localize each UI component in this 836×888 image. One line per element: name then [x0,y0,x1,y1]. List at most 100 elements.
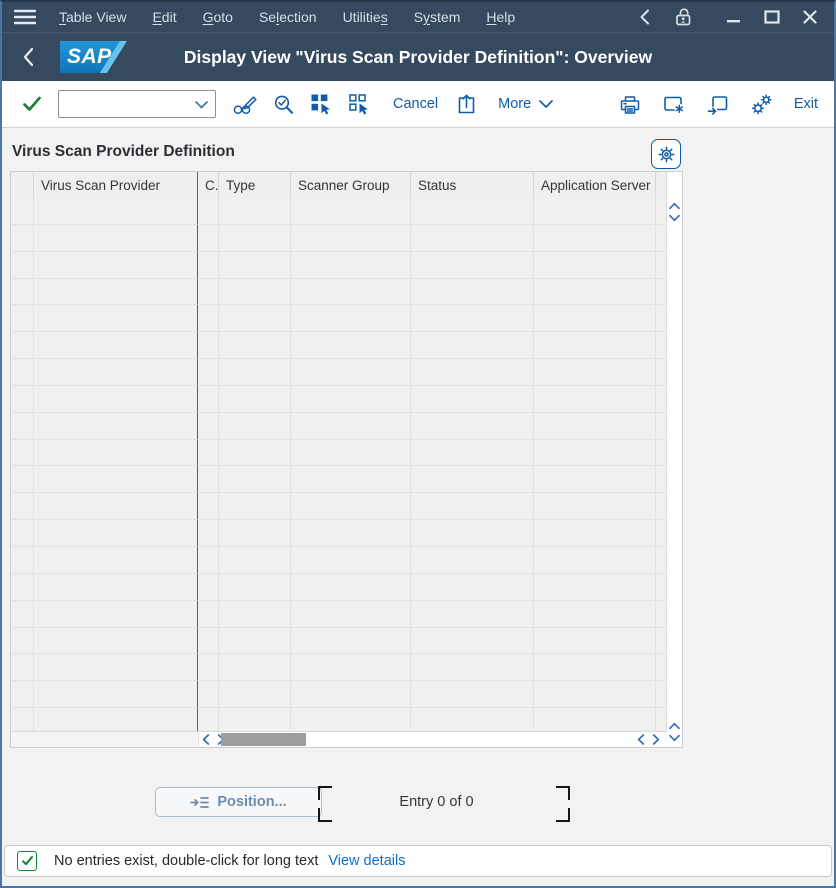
table-row[interactable] [11,279,667,306]
open-new-window-button[interactable] [706,88,730,120]
table-row[interactable] [11,520,667,547]
horizontal-scroll-thumb[interactable] [221,733,306,746]
menu-table-view[interactable]: Table View [59,9,126,25]
table-cell [198,225,219,252]
session-lock-button[interactable] [673,6,695,28]
table-cell [219,520,291,547]
table-row[interactable] [11,681,667,708]
menu-edit[interactable]: Edit [152,9,176,25]
column-header-application-server[interactable]: Application Server [534,172,656,198]
table-cell [198,520,219,547]
table-row[interactable] [11,198,667,225]
table-row[interactable] [11,386,667,413]
command-field[interactable] [58,90,216,118]
table-cell [11,601,34,628]
table-row[interactable] [11,654,667,681]
scroll-left-icon[interactable] [202,734,210,745]
table-settings-button[interactable] [651,139,681,169]
table-row[interactable] [11,305,667,332]
column-header-c[interactable]: C.. [198,172,219,198]
more-menu-button[interactable]: More [498,96,553,112]
command-field-input[interactable] [59,91,256,117]
cancel-button[interactable]: Cancel [393,96,438,112]
menu-bar: Table View Edit Goto Selection Utilities Syst… [2,2,834,33]
table-cell [291,279,411,306]
table-cell [198,332,219,359]
window-controls [639,6,834,28]
table-header-row: Virus Scan ProviderC..TypeScanner GroupS… [11,172,667,199]
table-row[interactable] [11,252,667,279]
table-cell [198,708,219,732]
vertical-scrollbar[interactable] [666,172,682,747]
menu-selection[interactable]: Selection [259,9,317,25]
table-row[interactable] [11,628,667,655]
table-cell [11,225,34,252]
table-row[interactable] [11,493,667,520]
column-header-virus-scan-provider[interactable]: Virus Scan Provider [34,172,198,198]
view-details-link[interactable]: View details [328,853,405,869]
menu-goto[interactable]: Goto [203,9,233,25]
table-cell [219,466,291,493]
menu-utilities[interactable]: Utilities [343,9,388,25]
table-cell [219,654,291,681]
enter-confirm-button[interactable] [18,88,46,120]
deselect-all-button[interactable] [343,88,375,120]
table-row[interactable] [11,708,667,732]
table-cell [34,413,198,440]
table-row[interactable] [11,547,667,574]
exit-button[interactable]: Exit [794,96,818,112]
menu-system[interactable]: System [414,9,461,25]
scroll-down-icon[interactable] [669,734,680,742]
column-header-status[interactable]: Status [411,172,534,198]
scroll-down-icon[interactable] [669,214,680,222]
scroll-left-icon[interactable] [637,734,645,745]
select-all-button[interactable] [305,88,337,120]
success-check-icon [17,851,37,871]
table-cell [291,681,411,708]
settings-button[interactable] [750,88,774,120]
table-row[interactable] [11,225,667,252]
table-row[interactable] [11,440,667,467]
hamburger-menu-button[interactable] [2,9,49,25]
table-row[interactable] [11,601,667,628]
table-cell [219,493,291,520]
choose-detail-button[interactable] [267,88,299,120]
export-up-arrow-icon [455,93,478,115]
table-cell [198,413,219,440]
table-row[interactable] [11,466,667,493]
table-cell [219,681,291,708]
maximize-button[interactable] [764,10,780,24]
table-cell [534,198,656,225]
scroll-right-icon[interactable] [652,734,660,745]
sap-gui-window: Table View Edit Goto Selection Utilities Syst… [0,0,836,888]
status-bar[interactable]: No entries exist, double-click for long … [4,845,832,877]
table-cell [534,440,656,467]
table-cell [34,332,198,359]
table-cell [291,305,411,332]
horizontal-scrollbar[interactable] [11,731,667,747]
print-button[interactable] [618,88,642,120]
scroll-up-icon[interactable] [669,722,680,730]
scroll-up-icon[interactable] [669,202,680,210]
table-row[interactable] [11,359,667,386]
position-button[interactable]: Position... [155,787,322,817]
minimize-button[interactable] [726,10,741,24]
menu-help[interactable]: Help [486,9,515,25]
table-row[interactable] [11,574,667,601]
entry-counter: Entry 0 of 0 [354,794,519,810]
back-chevron-button[interactable] [639,9,650,25]
table-cell [291,520,411,547]
table-row[interactable] [11,413,667,440]
table-cell [411,628,534,655]
column-header-scanner-group[interactable]: Scanner Group [291,172,411,198]
table-cell [411,332,534,359]
table-cell [219,601,291,628]
column-header-blank[interactable] [11,172,34,198]
export-button[interactable] [450,88,482,120]
create-shortcut-button[interactable] [662,88,686,120]
table-cell [411,386,534,413]
column-header-type[interactable]: Type [219,172,291,198]
table-cell [411,252,534,279]
table-row[interactable] [11,332,667,359]
close-button[interactable] [803,10,817,24]
